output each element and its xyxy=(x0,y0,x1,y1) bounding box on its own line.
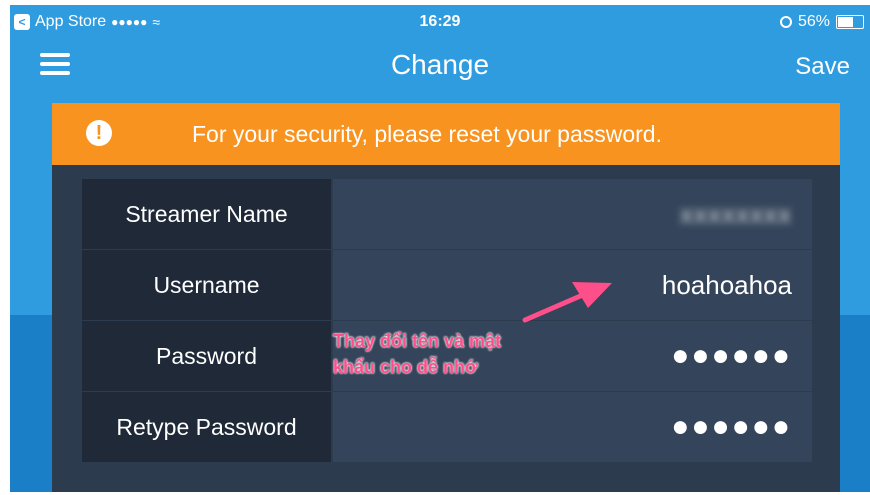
form-row-retype-password: Retype Password ●●●●●● xyxy=(82,392,812,462)
rotation-lock-icon xyxy=(779,16,792,28)
password-label: Password xyxy=(82,321,331,391)
app-screen: < App Store ●●●●● ≈ 16:29 56% Change Sav… xyxy=(10,5,870,492)
battery-icon xyxy=(836,15,864,29)
annotation-note: Thay đổi tên và mật khẩu cho dễ nhớ xyxy=(333,328,501,380)
banner-message: For your security, please reset your pas… xyxy=(192,121,662,147)
username-field[interactable]: hoahoahoa xyxy=(331,250,812,320)
annotation-line-2: khẩu cho dễ nhớ xyxy=(333,357,478,377)
reset-card: ! For your security, please reset your p… xyxy=(52,103,840,492)
warning-icon: ! xyxy=(86,120,112,146)
streamer-name-field[interactable]: xxxxxxxx xyxy=(331,179,812,249)
nav-bar: Change Save xyxy=(10,41,870,93)
form-row-streamer-name: Streamer Name xxxxxxxx xyxy=(82,179,812,250)
credentials-form: Streamer Name xxxxxxxx Username hoahoaho… xyxy=(82,179,812,462)
retype-password-field[interactable]: ●●●●●● xyxy=(331,392,812,462)
streamer-name-label: Streamer Name xyxy=(82,179,331,249)
streamer-name-value: xxxxxxxx xyxy=(680,198,792,229)
save-button[interactable]: Save xyxy=(795,53,850,81)
annotation-line-1: Thay đổi tên và mật xyxy=(333,331,502,351)
battery-percent: 56% xyxy=(797,13,830,30)
username-label: Username xyxy=(82,250,331,320)
status-time: 16:29 xyxy=(419,13,461,30)
status-bar: < App Store ●●●●● ≈ 16:29 56% xyxy=(10,5,870,41)
form-row-username: Username hoahoahoa xyxy=(82,250,812,321)
status-right: 56% xyxy=(779,13,864,31)
page-title: Change xyxy=(390,49,490,80)
retype-password-label: Retype Password xyxy=(82,392,331,462)
security-banner: ! For your security, please reset your p… xyxy=(52,103,840,165)
